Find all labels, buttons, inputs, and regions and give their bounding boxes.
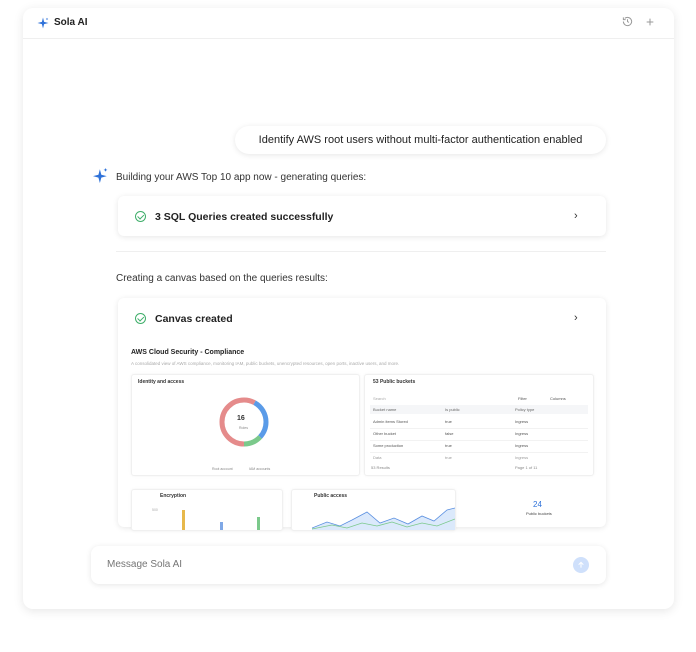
- canvas-card-title: Canvas created: [155, 313, 233, 325]
- filter-button[interactable]: Filter: [518, 396, 527, 401]
- preview-subtitle: A consolidated view of AWS compliance, m…: [131, 361, 400, 366]
- divider: [116, 251, 606, 252]
- public-buckets-value: 24: [533, 500, 542, 509]
- assistant-intro: Building your AWS Top 10 app now - gener…: [116, 172, 367, 183]
- table-cell: Ingress: [515, 455, 529, 460]
- check-circle-icon: [135, 211, 146, 222]
- table-cell: Admin items Stored: [373, 419, 408, 424]
- buckets-panel-label: 53 Public buckets: [373, 379, 416, 385]
- legend-item: Root account: [212, 467, 233, 471]
- legend-item: IAM accounts: [249, 467, 271, 471]
- table-row: Other bucket false Ingress: [370, 430, 588, 441]
- chat-window: Sola AI Identify AWS root users without …: [23, 8, 674, 609]
- table-cell: Ingress: [515, 431, 529, 436]
- user-message: Identify AWS root users without multi-fa…: [235, 126, 606, 154]
- table-cell: Other bucket: [373, 431, 396, 436]
- buckets-panel: 53 Public buckets Search Filter Columns …: [364, 374, 594, 476]
- app-title: Sola AI: [54, 17, 88, 28]
- table-cell: Ingress: [515, 443, 529, 448]
- public-access-panel-label: Public access: [314, 493, 348, 499]
- arrow-up-icon: [578, 561, 584, 568]
- columns-button[interactable]: Columns: [550, 396, 566, 401]
- table-cell: true: [445, 419, 452, 424]
- public-access-area-chart: [312, 507, 455, 530]
- send-button[interactable]: [573, 557, 589, 573]
- message-input[interactable]: [105, 558, 529, 571]
- donut-caption: Roles: [239, 426, 248, 430]
- table-row: Some production true Ingress: [370, 442, 588, 453]
- table-cell: Data: [373, 455, 382, 460]
- identity-donut-chart: [219, 397, 269, 447]
- table-header: Bucket name: [373, 407, 397, 412]
- table-search[interactable]: Search: [373, 396, 386, 401]
- identity-panel: Identity and access 16 Roles Root accoun…: [131, 374, 360, 476]
- chevron-right-icon[interactable]: ›: [574, 312, 578, 324]
- message-composer: [91, 546, 606, 584]
- axis-tick: 500: [152, 508, 158, 512]
- donut-value: 16: [237, 415, 245, 422]
- table-cell: Some production: [373, 443, 404, 448]
- identity-panel-label: Identity and access: [138, 379, 185, 385]
- chevron-right-icon[interactable]: ›: [574, 210, 578, 222]
- sparkle-icon: [37, 17, 49, 29]
- table-header: Policy type: [515, 407, 535, 412]
- preview-title: AWS Cloud Security - Compliance: [131, 349, 245, 356]
- plus-icon[interactable]: [643, 16, 657, 30]
- table-cell: true: [445, 443, 452, 448]
- encryption-panel-label: Encryption: [160, 493, 187, 499]
- queries-card-title: 3 SQL Queries created successfully: [155, 211, 334, 223]
- public-access-panel: Public access: [291, 489, 456, 531]
- encryption-panel: Encryption 500: [131, 489, 283, 531]
- table-header-row: Bucket name Is public Policy type: [370, 405, 588, 414]
- table-cell: Ingress: [515, 419, 529, 424]
- pagination[interactable]: Page 1 of 11: [515, 465, 537, 470]
- queries-card[interactable]: 3 SQL Queries created successfully ›: [118, 196, 606, 236]
- assistant-sparkle-icon: [93, 168, 108, 183]
- table-cell: true: [445, 455, 452, 460]
- public-buckets-caption: Public buckets: [526, 511, 552, 516]
- table-footer-count: 53 Results: [371, 465, 390, 470]
- table-row: Data true Ingress: [370, 454, 588, 460]
- table-header: Is public: [445, 407, 460, 412]
- check-circle-icon: [135, 313, 146, 324]
- table-row: Admin items Stored true Ingress: [370, 418, 588, 429]
- table-cell: false: [445, 431, 454, 436]
- history-icon[interactable]: [620, 16, 634, 30]
- canvas-preview[interactable]: AWS Cloud Security - Compliance A consol…: [131, 346, 594, 531]
- title-bar: Sola AI: [23, 8, 674, 39]
- canvas-intro: Creating a canvas based on the queries r…: [116, 273, 328, 284]
- encryption-bar-chart: [182, 510, 260, 530]
